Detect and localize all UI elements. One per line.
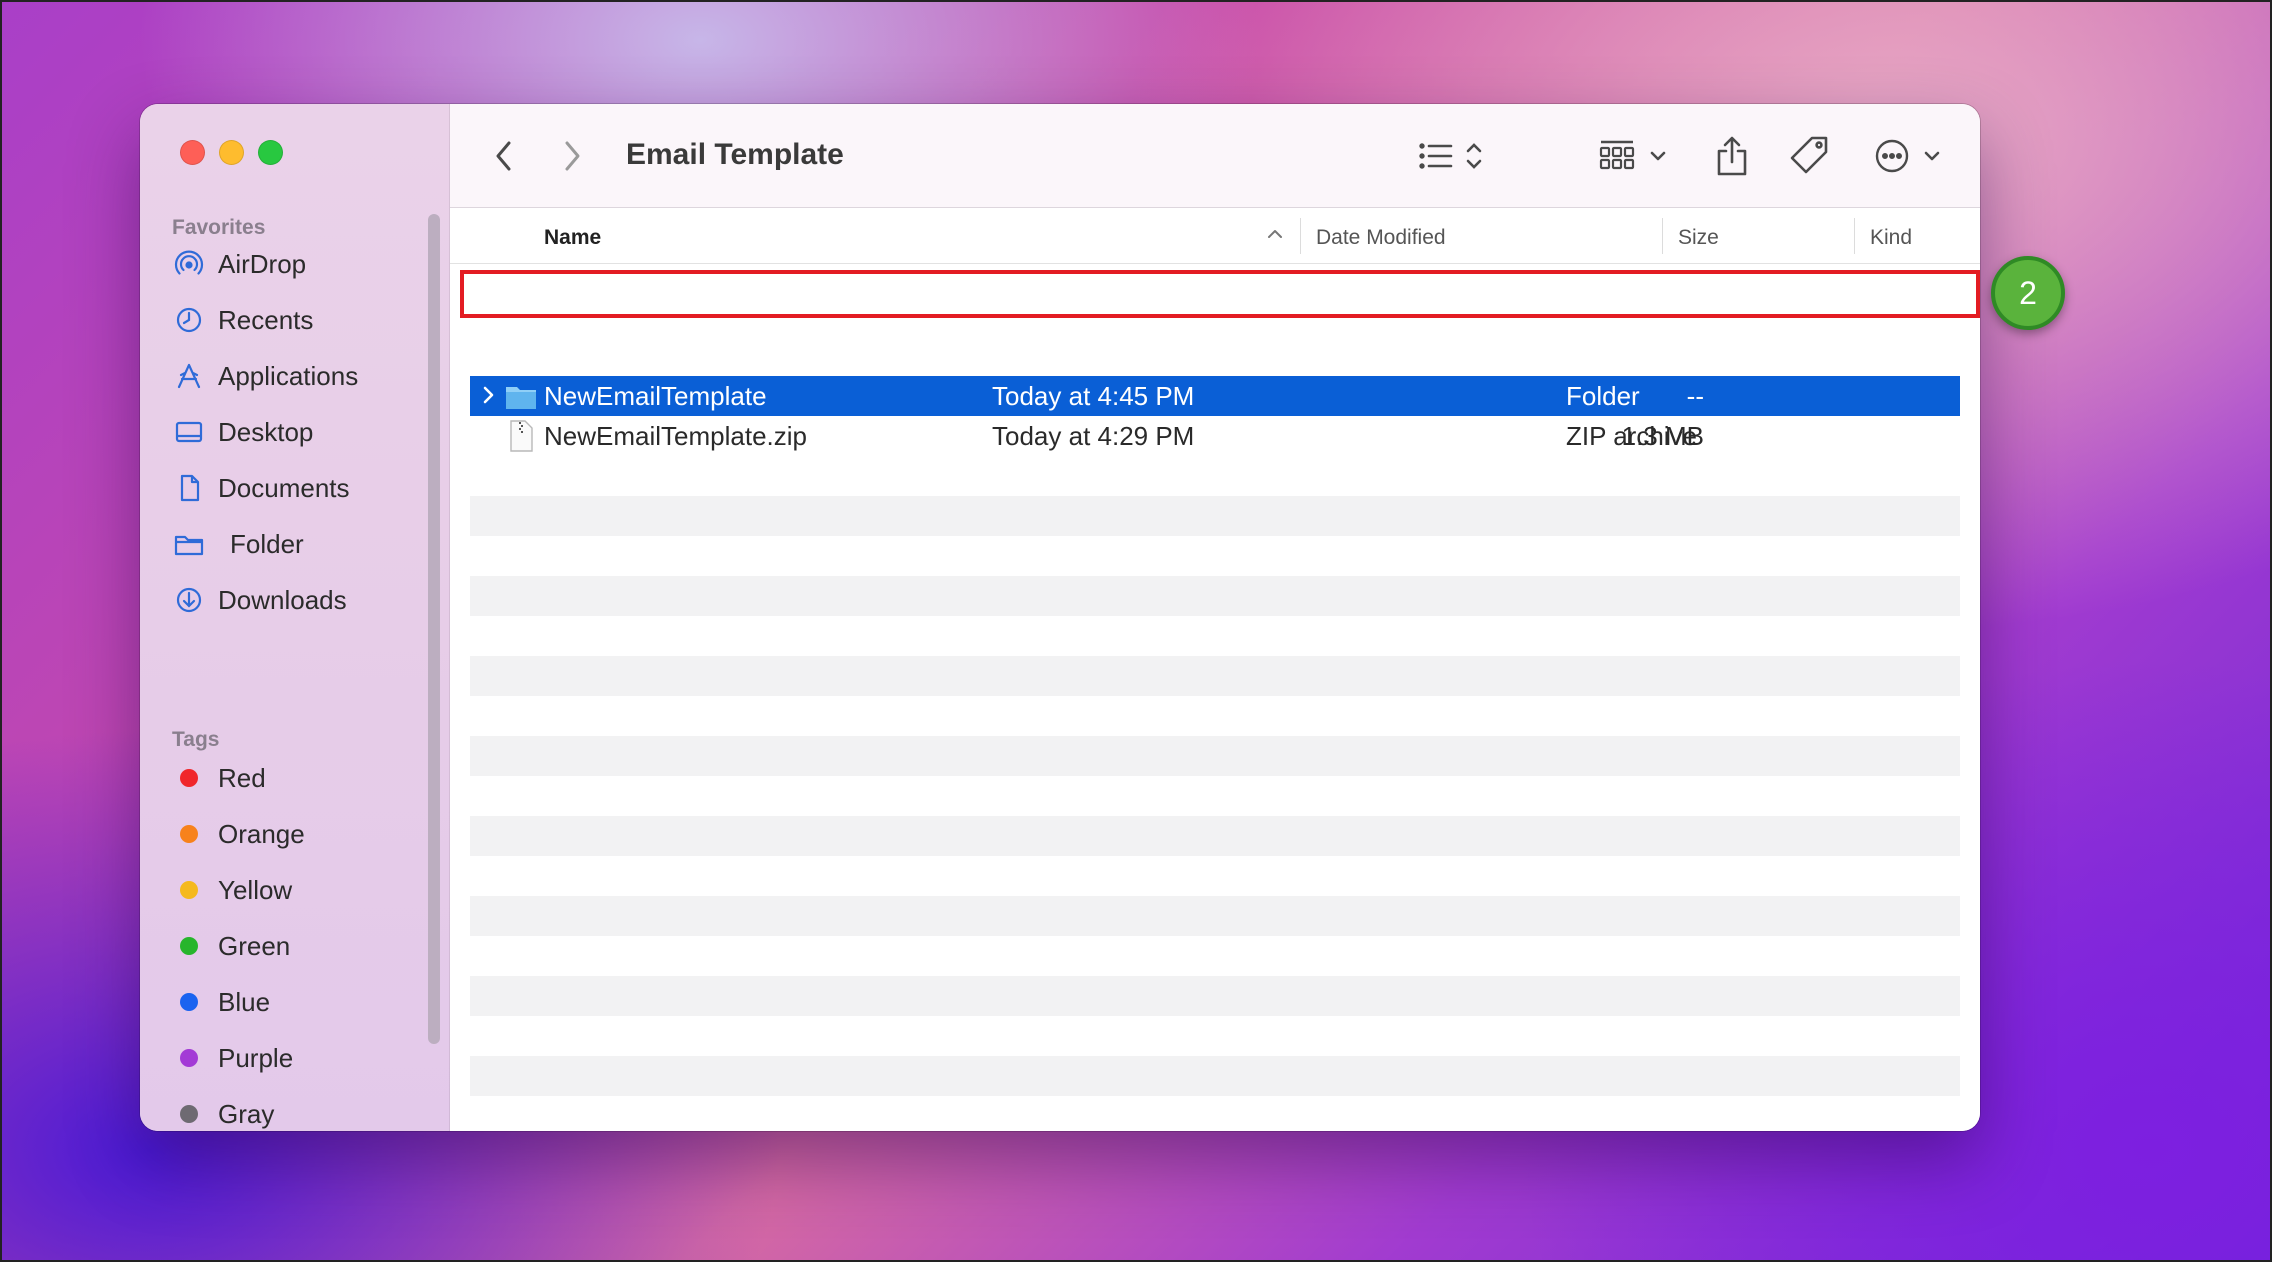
file-size: --	[1686, 380, 1704, 411]
column-separator	[1662, 218, 1663, 254]
applications-icon	[174, 361, 204, 391]
grid-icon	[1598, 136, 1674, 176]
more-actions-button[interactable]	[1874, 132, 1950, 180]
sidebar-tag-orange[interactable]: Orange	[174, 806, 433, 862]
sidebar-tag-gray[interactable]: Gray	[174, 1086, 433, 1131]
zip-file-icon	[508, 420, 534, 459]
sidebar-item-desktop[interactable]: Desktop	[174, 404, 433, 460]
sidebar-tag-purple[interactable]: Purple	[174, 1030, 433, 1086]
file-kind: ZIP archive	[1566, 420, 1698, 451]
tag-icon	[1788, 134, 1832, 178]
empty-row	[470, 976, 1960, 1016]
tag-color-dot	[180, 1105, 198, 1123]
chevron-right-icon	[561, 139, 583, 173]
desktop-icon	[174, 417, 204, 447]
sidebar-item-documents[interactable]: Documents	[174, 460, 433, 516]
empty-row	[470, 496, 1960, 536]
ellipsis-circle-icon	[1874, 136, 1950, 176]
sidebar-tag-yellow[interactable]: Yellow	[174, 862, 433, 918]
folder-icon	[504, 383, 538, 418]
minimize-button[interactable]	[219, 140, 244, 165]
window-title: Email Template	[626, 138, 844, 171]
share-button[interactable]	[1710, 132, 1754, 180]
document-icon	[174, 473, 204, 503]
share-icon	[1714, 134, 1750, 178]
empty-row	[470, 656, 1960, 696]
step-number-badge: 2	[1991, 256, 2065, 330]
sidebar-item-airdrop[interactable]: AirDrop	[174, 236, 433, 292]
tag-color-dot	[180, 993, 198, 1011]
clock-icon	[174, 305, 204, 335]
view-options-button[interactable]	[1416, 132, 1496, 180]
chevron-left-icon	[493, 139, 515, 173]
tag-color-dot	[180, 825, 198, 843]
empty-row	[470, 1056, 1960, 1096]
download-icon	[174, 585, 204, 615]
sidebar-item-downloads[interactable]: Downloads	[174, 572, 433, 628]
sidebar-tag-red[interactable]: Red	[174, 750, 433, 806]
group-button[interactable]	[1598, 132, 1674, 180]
empty-row	[470, 816, 1960, 856]
tag-color-dot	[180, 1049, 198, 1067]
toolbar: Email Template	[450, 104, 1980, 208]
file-row[interactable]: NewEmailTemplate.zip Today at 4:29 PM 1.…	[470, 416, 1960, 456]
zoom-button[interactable]	[258, 140, 283, 165]
tag-button[interactable]	[1786, 132, 1834, 180]
file-date: Today at 4:45 PM	[992, 380, 1195, 411]
file-name: NewEmailTemplate.zip	[544, 420, 807, 451]
sidebar: Favorites AirDrop Recents Applications D…	[140, 104, 450, 1131]
close-button[interactable]	[180, 140, 205, 165]
column-separator	[1854, 218, 1855, 254]
sidebar-item-recents[interactable]: Recents	[174, 292, 433, 348]
tag-color-dot	[180, 769, 198, 787]
back-button[interactable]	[486, 132, 522, 180]
empty-row	[470, 896, 1960, 936]
favorites-list: AirDrop Recents Applications Desktop Doc…	[174, 236, 433, 628]
folder-icon	[174, 529, 204, 559]
forward-button[interactable]	[554, 132, 590, 180]
window-controls	[180, 140, 283, 165]
tags-heading: Tags	[172, 728, 220, 751]
file-date: Today at 4:29 PM	[992, 420, 1195, 451]
sidebar-scrollbar[interactable]	[428, 214, 440, 1044]
sidebar-tag-blue[interactable]: Blue	[174, 974, 433, 1030]
finder-window: Favorites AirDrop Recents Applications D…	[140, 104, 1980, 1131]
airdrop-icon	[174, 249, 204, 279]
file-list: Name Date Modified Size Kind NewEmailTem…	[450, 208, 1980, 1131]
list-view-icon	[1416, 136, 1496, 176]
column-header: Name Date Modified Size Kind	[450, 208, 1980, 264]
column-kind[interactable]: Kind	[1870, 226, 1912, 250]
sidebar-item-folder[interactable]: Folder	[174, 516, 433, 572]
disclosure-chevron-icon[interactable]	[480, 382, 496, 415]
tag-color-dot	[180, 937, 198, 955]
column-separator	[1300, 218, 1301, 254]
column-name[interactable]: Name	[544, 226, 601, 250]
column-date-modified[interactable]: Date Modified	[1316, 226, 1446, 250]
file-name: NewEmailTemplate	[544, 380, 767, 411]
tags-list: Red Orange Yellow Green Blue Purple Gray	[174, 750, 433, 1131]
empty-row	[470, 736, 1960, 776]
chevron-up-icon	[1266, 222, 1284, 252]
tag-color-dot	[180, 881, 198, 899]
file-row-selected[interactable]: NewEmailTemplate Today at 4:45 PM -- Fol…	[470, 376, 1960, 416]
column-size[interactable]: Size	[1678, 226, 1719, 250]
sidebar-tag-green[interactable]: Green	[174, 918, 433, 974]
file-kind: Folder	[1566, 380, 1640, 411]
sidebar-item-applications[interactable]: Applications	[174, 348, 433, 404]
empty-row	[470, 576, 1960, 616]
